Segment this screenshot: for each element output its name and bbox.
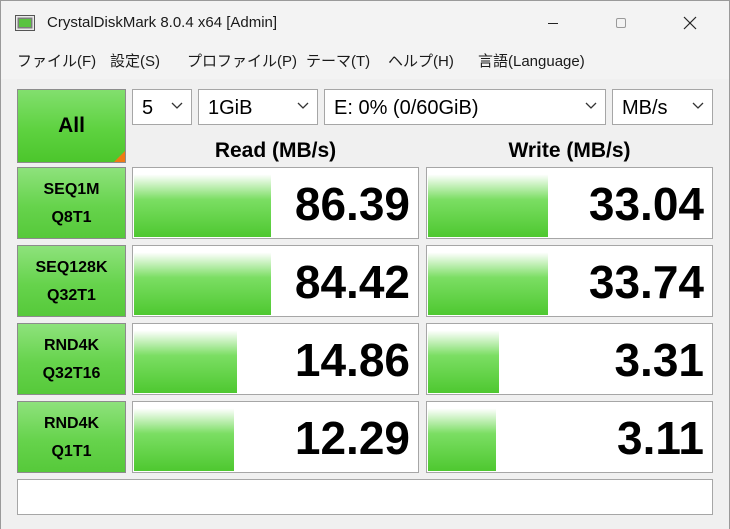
chevron-down-icon xyxy=(171,102,183,109)
test-name: RND4K xyxy=(43,415,100,432)
write-value: 33.04 xyxy=(588,178,704,230)
test-name: RND4K xyxy=(43,337,100,354)
menu-profile[interactable]: プロファイル(P) xyxy=(187,53,297,71)
read-level-bar xyxy=(134,247,271,315)
comment-input[interactable] xyxy=(17,479,713,515)
write-result-cell: 3.11 xyxy=(426,401,713,473)
test-params: Q8T1 xyxy=(51,209,92,226)
write-level-bar xyxy=(428,325,500,393)
benchmark-panel: All 5 1GiB E: 0% (0/60GiB) MB/s Read (MB… xyxy=(1,79,729,529)
menu-theme[interactable]: テーマ(T) xyxy=(306,53,370,71)
menu-settings[interactable]: 設定(S) xyxy=(110,53,160,71)
read-level-bar xyxy=(134,169,271,237)
test-name: SEQ1M xyxy=(43,181,100,198)
read-value: 86.39 xyxy=(294,178,410,230)
write-level-bar xyxy=(428,247,548,315)
drive-select[interactable]: E: 0% (0/60GiB) xyxy=(324,89,606,125)
chevron-down-icon xyxy=(585,102,597,109)
write-header: Write (MB/s) xyxy=(508,139,631,162)
write-result-cell: 33.04 xyxy=(426,167,713,239)
write-value: 3.11 xyxy=(617,412,704,464)
test-name: SEQ128K xyxy=(35,259,108,276)
title-bar[interactable]: CrystalDiskMark 8.0.4 x64 [Admin] xyxy=(1,1,729,45)
write-level-bar xyxy=(428,403,497,471)
test-params: Q32T16 xyxy=(42,365,101,382)
test-params: Q32T1 xyxy=(47,287,96,304)
write-value: 33.74 xyxy=(588,256,704,308)
read-level-bar xyxy=(134,403,234,471)
test-params: Q1T1 xyxy=(51,443,92,460)
maximize-icon xyxy=(616,18,626,28)
window-title: CrystalDiskMark 8.0.4 x64 [Admin] xyxy=(47,14,278,31)
read-result-cell: 14.86 xyxy=(132,323,419,395)
test-size-value: 1GiB xyxy=(208,97,253,119)
chevron-down-icon xyxy=(297,102,309,109)
test-count-select[interactable]: 5 xyxy=(132,89,192,125)
minimize-icon xyxy=(548,23,558,24)
read-result-cell: 12.29 xyxy=(132,401,419,473)
test-count-value: 5 xyxy=(142,97,154,119)
menu-bar: ファイル(F) 設定(S) プロファイル(P) テーマ(T) ヘルプ(H) 言語… xyxy=(1,45,729,79)
all-button[interactable]: All xyxy=(17,89,126,163)
menu-help[interactable]: ヘルプ(H) xyxy=(388,53,454,71)
read-result-cell: 84.42 xyxy=(132,245,419,317)
read-result-cell: 86.39 xyxy=(132,167,419,239)
app-window: CrystalDiskMark 8.0.4 x64 [Admin] ファイル(F… xyxy=(0,0,730,529)
close-button[interactable] xyxy=(667,1,713,45)
read-value: 14.86 xyxy=(294,334,410,386)
menu-language[interactable]: 言語(Language) xyxy=(478,53,585,71)
test-rnd4k-q32t16-button[interactable]: RND4K Q32T16 xyxy=(17,323,126,395)
unit-value: MB/s xyxy=(622,97,668,119)
read-value: 12.29 xyxy=(294,412,410,464)
write-value: 3.31 xyxy=(614,334,704,386)
write-level-bar xyxy=(428,169,548,237)
test-seq128k-q32t1-button[interactable]: SEQ128K Q32T1 xyxy=(17,245,126,317)
close-icon xyxy=(683,16,697,30)
write-result-cell: 3.31 xyxy=(426,323,713,395)
test-size-select[interactable]: 1GiB xyxy=(198,89,318,125)
all-button-label: All xyxy=(58,114,85,137)
test-seq1m-q8t1-button[interactable]: SEQ1M Q8T1 xyxy=(17,167,126,239)
test-rnd4k-q1t1-button[interactable]: RND4K Q1T1 xyxy=(17,401,126,473)
unit-select[interactable]: MB/s xyxy=(612,89,713,125)
maximize-button[interactable] xyxy=(598,1,644,45)
drive-value: E: 0% (0/60GiB) xyxy=(334,97,479,119)
minimize-button[interactable] xyxy=(530,1,576,45)
write-result-cell: 33.74 xyxy=(426,245,713,317)
read-header: Read (MB/s) xyxy=(214,139,337,162)
crystaldiskmark-app-icon xyxy=(15,15,35,31)
menu-file[interactable]: ファイル(F) xyxy=(17,53,96,71)
read-level-bar xyxy=(134,325,237,393)
read-value: 84.42 xyxy=(294,256,410,308)
corner-marker xyxy=(114,151,125,162)
chevron-down-icon xyxy=(692,102,704,109)
